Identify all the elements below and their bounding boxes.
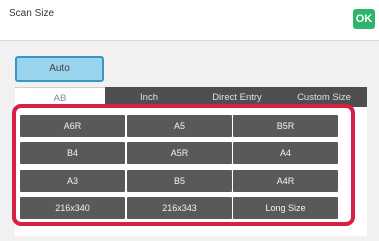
page-title: Scan Size bbox=[9, 8, 55, 19]
highlight-frame bbox=[12, 104, 355, 226]
scan-size-screen: Scan Size OK Auto AB Inch Direct Entry C… bbox=[0, 0, 379, 241]
auto-button[interactable]: Auto bbox=[15, 56, 104, 82]
title-bar: Scan Size OK bbox=[0, 0, 379, 41]
ok-button[interactable]: OK bbox=[353, 9, 375, 29]
